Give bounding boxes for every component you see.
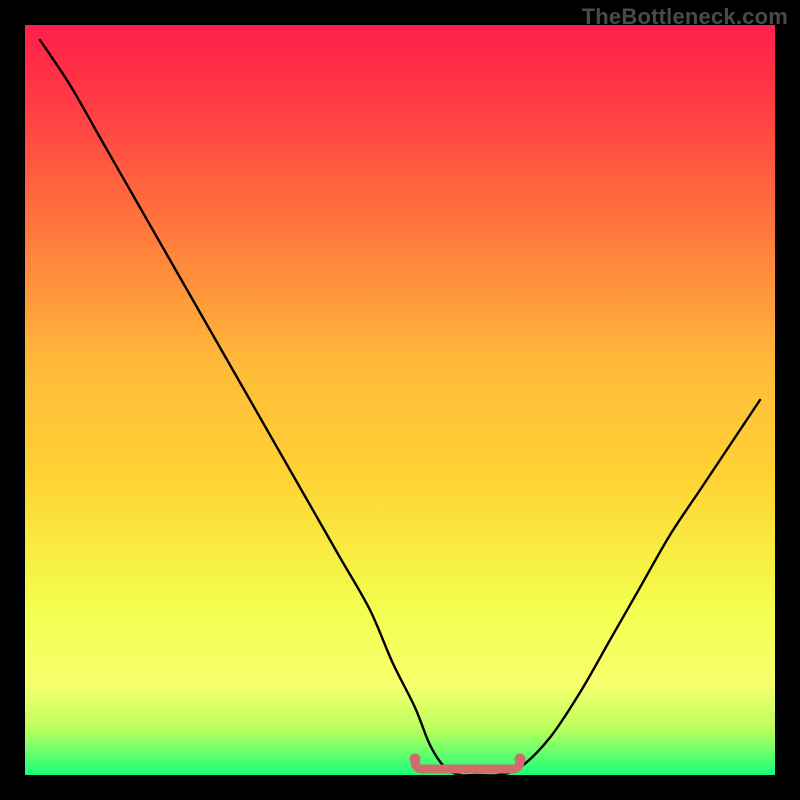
watermark-text: TheBottleneck.com bbox=[582, 4, 788, 30]
gradient-background bbox=[25, 25, 775, 775]
chart-frame: TheBottleneck.com bbox=[0, 0, 800, 800]
optimal-band-end-dot bbox=[515, 754, 526, 765]
optimal-band-end-dot bbox=[410, 754, 421, 765]
plot-area bbox=[25, 25, 775, 775]
chart-svg bbox=[25, 25, 775, 775]
